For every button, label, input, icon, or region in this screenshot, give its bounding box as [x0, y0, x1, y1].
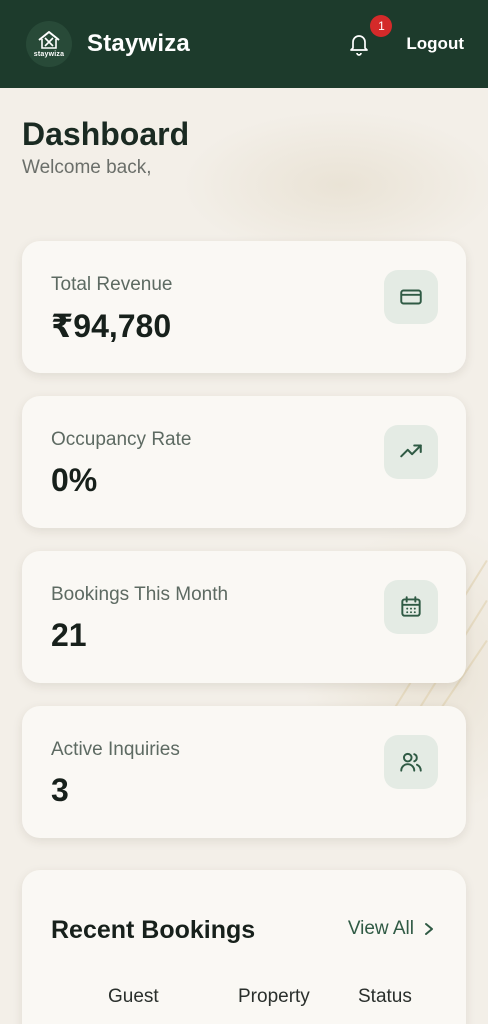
- view-all-label: View All: [347, 918, 414, 939]
- bell-icon: [350, 35, 369, 56]
- recent-bookings-card: Recent Bookings View All Guest Property …: [22, 870, 466, 1024]
- house-logo-icon: [38, 31, 60, 49]
- stat-card-total-revenue[interactable]: Total Revenue ₹94,780: [22, 241, 466, 373]
- stat-value: 0%: [51, 462, 98, 498]
- stat-card-bookings-this-month[interactable]: Bookings This Month 21: [22, 551, 466, 683]
- stat-icon-tile: [384, 735, 438, 789]
- view-all-link[interactable]: View All: [348, 918, 434, 940]
- recent-bookings-title: Recent Bookings: [51, 916, 256, 944]
- calendar-icon: [401, 596, 421, 617]
- stat-label: Active Inquiries: [51, 739, 180, 760]
- column-header-property[interactable]: Property: [238, 986, 310, 1008]
- stat-icon-tile: [384, 425, 438, 479]
- stat-value: ₹94,780: [51, 308, 172, 344]
- app-header: staywiza Staywiza 1 Logout: [0, 0, 488, 88]
- trending-up-icon: [400, 444, 422, 458]
- column-header-status[interactable]: Status: [358, 986, 412, 1008]
- chevron-right-icon: [425, 923, 433, 935]
- logo-text: staywiza: [33, 51, 65, 58]
- column-header-guest[interactable]: Guest: [108, 986, 159, 1008]
- stat-value: 21: [51, 617, 87, 653]
- users-icon: [400, 752, 422, 772]
- stat-card-occupancy-rate[interactable]: Occupancy Rate 0%: [22, 396, 466, 528]
- stat-value: 3: [51, 772, 69, 808]
- welcome-subtitle: Welcome back,: [22, 157, 152, 178]
- stat-icon-tile: [384, 580, 438, 634]
- page-title: Dashboard: [22, 116, 190, 152]
- stat-label: Bookings This Month: [51, 584, 229, 605]
- notification-badge: 1: [370, 15, 393, 37]
- brand-name: Staywiza: [87, 30, 190, 57]
- credit-card-icon: [400, 289, 422, 305]
- brand-logo[interactable]: staywiza: [26, 21, 72, 67]
- stat-label: Occupancy Rate: [51, 429, 192, 450]
- logout-button[interactable]: Logout: [406, 34, 464, 54]
- notifications-button[interactable]: 1: [346, 15, 393, 57]
- stat-card-active-inquiries[interactable]: Active Inquiries 3: [22, 706, 466, 838]
- stat-icon-tile: [384, 270, 438, 324]
- stat-label: Total Revenue: [51, 274, 173, 295]
